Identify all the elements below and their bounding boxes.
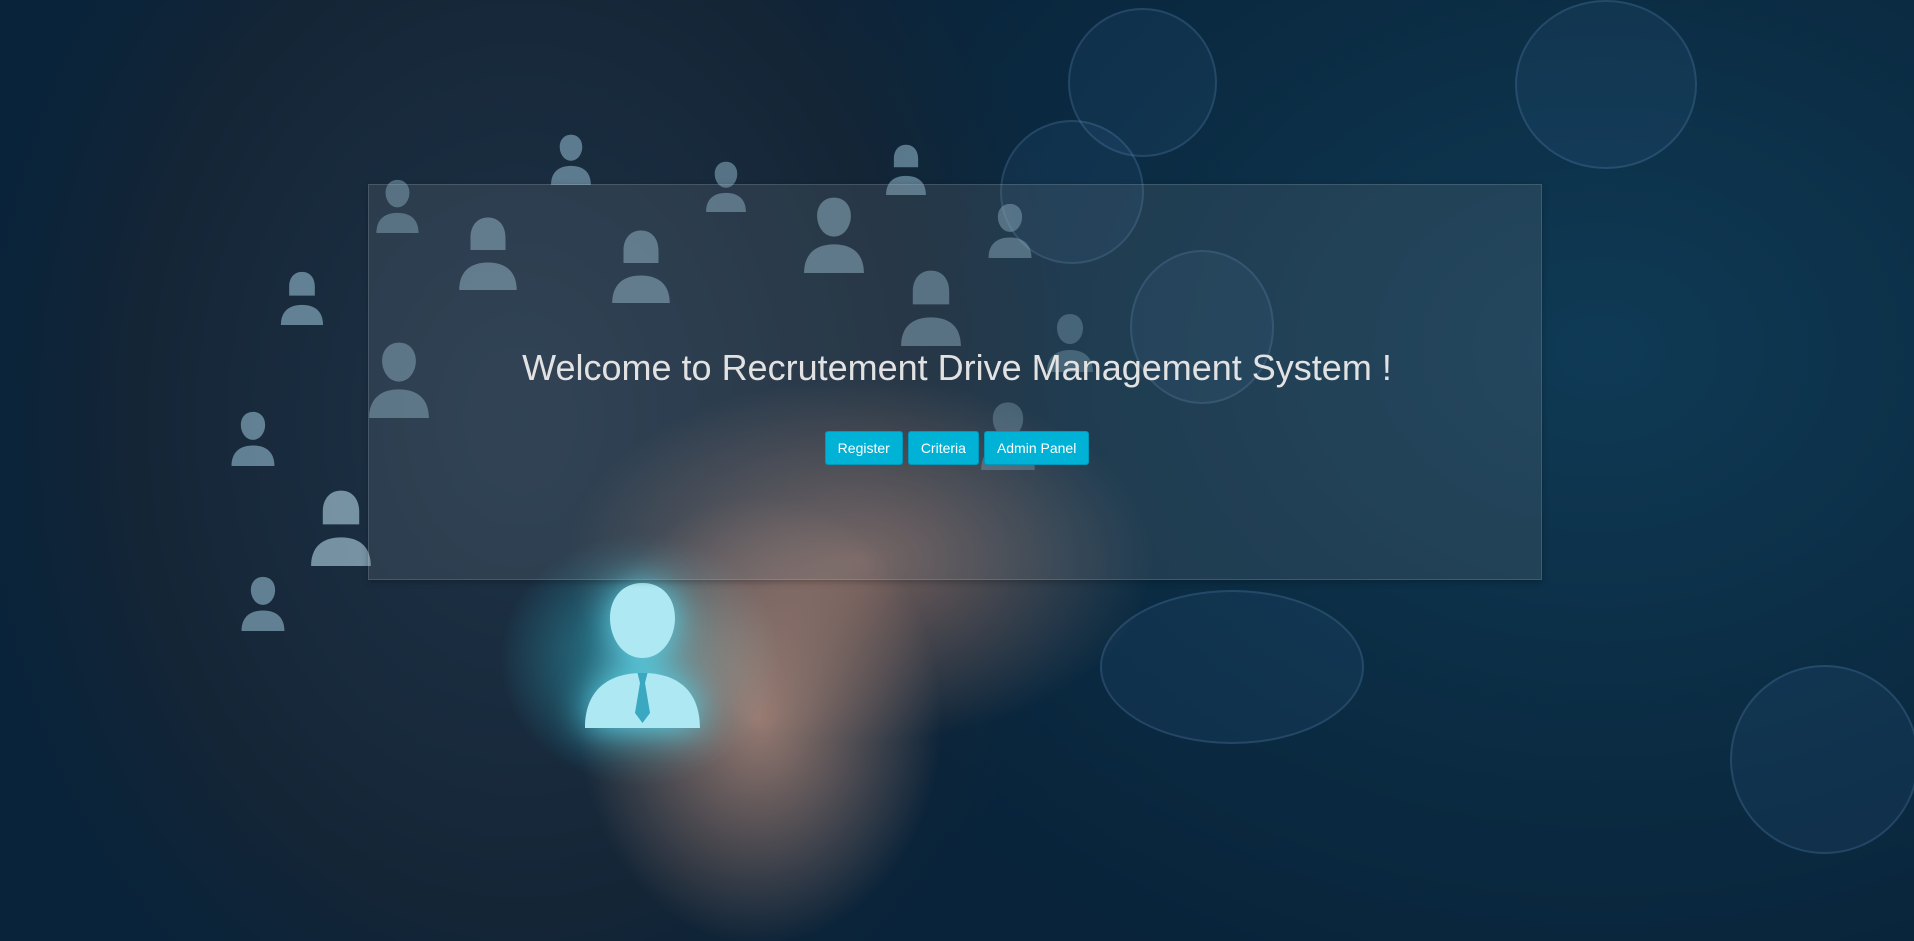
person-icon bbox=[545, 133, 597, 185]
person-icon bbox=[308, 488, 374, 566]
criteria-button[interactable]: Criteria bbox=[907, 431, 979, 465]
admin-panel-button[interactable]: Admin Panel bbox=[983, 431, 1090, 465]
person-icon bbox=[235, 575, 291, 631]
bokeh-circle bbox=[1730, 665, 1914, 854]
action-buttons: Register Criteria Admin Panel bbox=[0, 431, 1914, 465]
person-icon bbox=[276, 270, 328, 325]
register-button[interactable]: Register bbox=[824, 431, 903, 465]
page-title: Welcome to Recrutement Drive Management … bbox=[522, 347, 1392, 388]
person-icon bbox=[565, 578, 720, 728]
bokeh-circle bbox=[1100, 590, 1364, 744]
landing-page: Welcome to Recrutement Drive Management … bbox=[0, 0, 1914, 941]
bokeh-circle bbox=[1515, 0, 1697, 169]
